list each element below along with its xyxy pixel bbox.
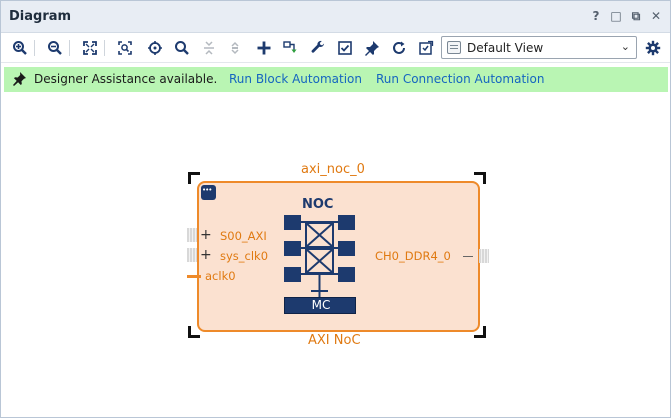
panel-title: Diagram <box>9 9 72 24</box>
expand-icon[interactable] <box>224 37 246 59</box>
memory-controller-label: MC <box>311 298 331 312</box>
noc-symbol-title: NOC <box>302 197 334 212</box>
validate-icon[interactable] <box>334 37 356 59</box>
add-ip-icon[interactable] <box>253 37 275 59</box>
window-controls: ? □ ⧉ ✕ <box>588 8 664 24</box>
view-select-value: Default View <box>467 41 544 55</box>
zoom-area-icon[interactable] <box>114 37 136 59</box>
float-button[interactable]: ⧉ <box>628 8 644 24</box>
zoom-out-icon[interactable] <box>44 37 66 59</box>
port-aclk0[interactable]: aclk0 <box>205 269 236 283</box>
port-stub <box>479 249 489 263</box>
block-ip-name: AXI NoC <box>308 333 361 348</box>
pushpin-icon <box>13 72 26 89</box>
designer-assistance-banner: Designer Assistance available. Run Block… <box>4 67 668 92</box>
zoom-in-icon[interactable] <box>9 37 31 59</box>
chevron-down-icon: ⌄ <box>620 40 630 53</box>
expand-port-icon[interactable]: + <box>200 227 212 243</box>
center-icon[interactable] <box>144 37 166 59</box>
minimize-button[interactable]: □ <box>608 8 624 24</box>
run-connection-automation-link[interactable]: Run Connection Automation <box>376 72 544 86</box>
run-block-automation-link[interactable]: Run Block Automation <box>229 72 362 86</box>
gear-icon[interactable] <box>642 37 664 59</box>
port-stub <box>187 248 197 262</box>
port-ch0-ddr4-0[interactable]: CH0_DDR4_0 <box>375 249 451 263</box>
toolbar-separator <box>69 40 70 56</box>
port-sys-clk0[interactable]: sys_clk0 <box>220 249 268 263</box>
toolbar-separator <box>104 40 105 56</box>
diagram-window: Diagram ? □ ⧉ ✕ Default View ⌄ Designer … <box>0 0 671 418</box>
refresh-icon[interactable] <box>388 37 410 59</box>
make-connection-icon[interactable] <box>280 37 302 59</box>
regenerate-layout-icon[interactable] <box>415 37 437 59</box>
expand-port-icon[interactable]: + <box>200 247 212 263</box>
close-button[interactable]: ✕ <box>648 8 664 24</box>
collapse-icon[interactable] <box>198 37 220 59</box>
toolbar-separator <box>34 40 35 56</box>
title-bar: Diagram ? □ ⧉ ✕ <box>1 1 670 33</box>
search-icon[interactable] <box>171 37 193 59</box>
block-menu-icon[interactable] <box>201 185 216 200</box>
view-select[interactable]: Default View ⌄ <box>441 36 637 59</box>
port-pin <box>187 275 201 278</box>
wrench-icon[interactable] <box>307 37 329 59</box>
help-button[interactable]: ? <box>588 8 604 24</box>
port-stub <box>187 228 197 242</box>
pin-icon[interactable] <box>361 37 383 59</box>
selection-corner <box>188 172 200 184</box>
block-instance-name: axi_noc_0 <box>301 162 365 177</box>
banner-message: Designer Assistance available. <box>34 72 218 86</box>
view-list-icon <box>447 41 461 54</box>
noc-symbol-icon <box>284 215 355 297</box>
fit-view-icon[interactable] <box>79 37 101 59</box>
port-pin <box>463 256 473 257</box>
memory-controller-box: MC <box>284 297 356 314</box>
port-s00-axi[interactable]: S00_AXI <box>220 229 267 243</box>
